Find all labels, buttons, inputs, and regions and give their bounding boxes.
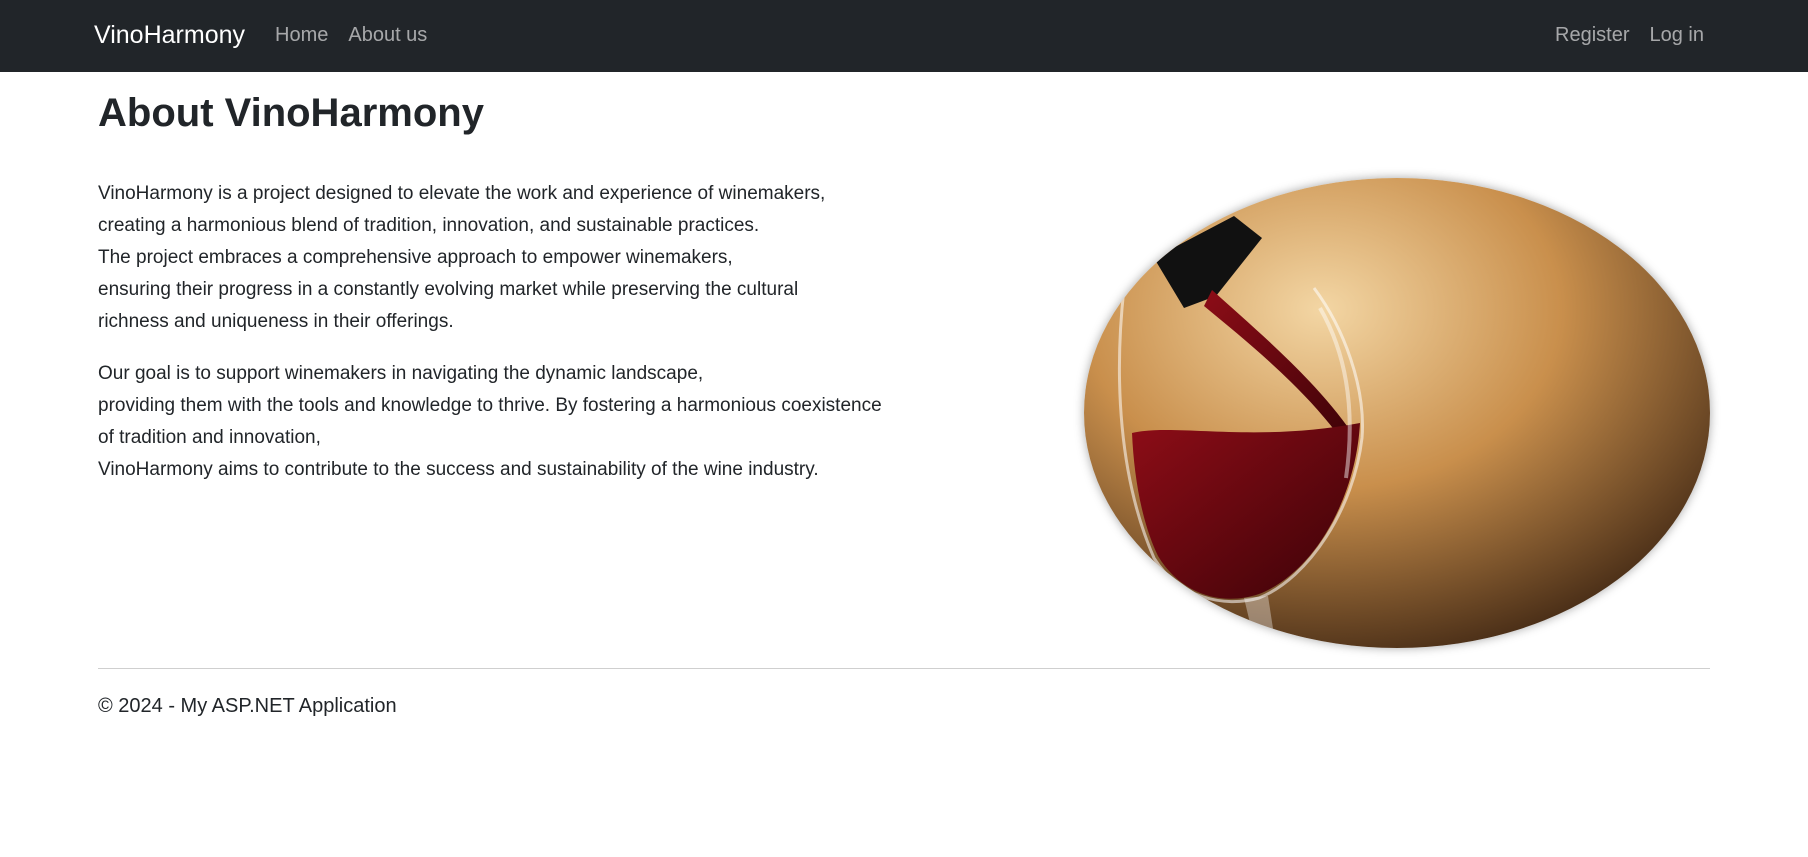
paragraph-line: of tradition and innovation,: [98, 427, 321, 448]
about-paragraph-2: Our goal is to support winemakers in nav…: [98, 358, 938, 486]
paragraph-line: VinoHarmony aims to contribute to the su…: [98, 459, 819, 480]
nav-right-links: Register Log in: [1555, 21, 1704, 49]
nav-left-links: Home About us: [275, 21, 427, 49]
page-title: About VinoHarmony: [98, 91, 484, 135]
about-paragraph-1: VinoHarmony is a project designed to ele…: [98, 178, 938, 338]
paragraph-line: creating a harmonious blend of tradition…: [98, 215, 760, 236]
nav-home-link[interactable]: Home: [275, 21, 328, 49]
footer-copyright: © 2024 - My ASP.NET Application: [98, 695, 397, 717]
about-text-column: VinoHarmony is a project designed to ele…: [98, 178, 938, 506]
nav-about-link[interactable]: About us: [348, 21, 427, 49]
footer-divider: [98, 668, 1710, 669]
wine-pour-illustration: [1084, 178, 1710, 648]
nav-register-link[interactable]: Register: [1555, 21, 1629, 49]
paragraph-line: providing them with the tools and knowle…: [98, 395, 882, 416]
paragraph-line: The project embraces a comprehensive app…: [98, 247, 733, 268]
paragraph-line: Our goal is to support winemakers in nav…: [98, 363, 704, 384]
nav-login-link[interactable]: Log in: [1650, 21, 1705, 49]
paragraph-line: richness and uniqueness in their offerin…: [98, 311, 454, 332]
main-content: About VinoHarmony VinoHarmony is a proje…: [98, 72, 1710, 648]
top-navbar: VinoHarmony Home About us Register Log i…: [0, 0, 1808, 72]
paragraph-line: VinoHarmony is a project designed to ele…: [98, 183, 826, 204]
wine-glass-image: [1084, 178, 1710, 648]
brand-link[interactable]: VinoHarmony: [94, 19, 245, 51]
paragraph-line: ensuring their progress in a constantly …: [98, 279, 799, 300]
